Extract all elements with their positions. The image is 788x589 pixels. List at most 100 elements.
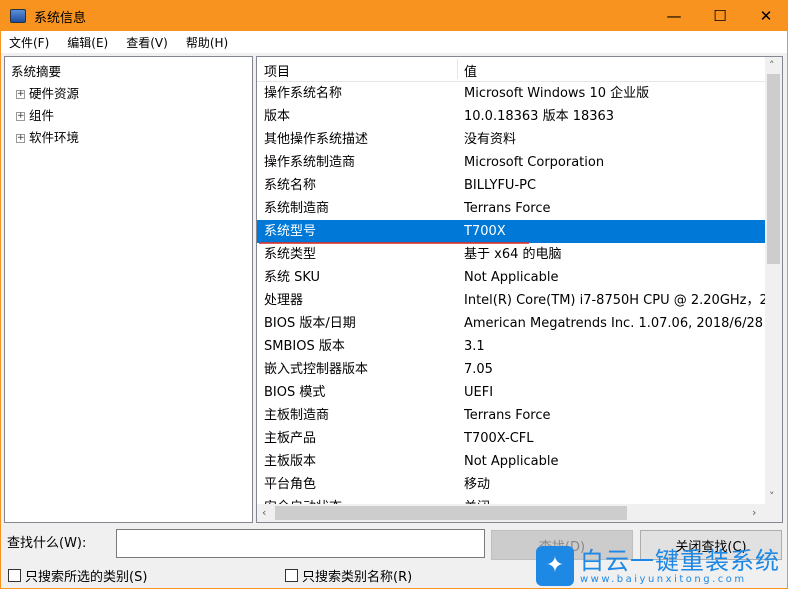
find-input[interactable] — [116, 529, 485, 558]
row-item: 操作系统制造商 — [264, 155, 356, 170]
horizontal-scrollbar[interactable]: ‹ › — [257, 504, 782, 522]
scroll-left-icon[interactable]: ‹ — [262, 506, 266, 519]
menu-bar: 文件(F) 编辑(E) 查看(V) 帮助(H) — [1, 31, 787, 53]
maximize-button[interactable]: ☐ — [697, 1, 743, 31]
scroll-right-icon[interactable]: › — [752, 506, 756, 519]
row-item: 主板制造商 — [264, 408, 330, 423]
details-table: 项目 值 操作系统名称 Microsoft Windows 10 企业版版本 10.… — [256, 56, 783, 523]
scroll-up-icon[interactable]: ˄ — [769, 59, 775, 72]
row-value: 7.05 — [464, 362, 493, 377]
column-header-item[interactable]: 项目 — [264, 61, 290, 80]
row-item: BIOS 模式 — [264, 385, 326, 400]
menu-file[interactable]: 文件(F) — [9, 34, 49, 51]
search-selected-checkbox[interactable]: 只搜索所选的类别(S) — [8, 566, 147, 585]
row-value: T700X — [464, 224, 506, 239]
row-value: 10.0.18363 版本 18363 — [464, 109, 615, 124]
row-item: SMBIOS 版本 — [264, 339, 345, 354]
menu-edit[interactable]: 编辑(E) — [67, 34, 108, 51]
expand-icon[interactable]: + — [16, 133, 25, 143]
row-value: 移动 — [464, 477, 491, 492]
row-item: 主板产品 — [264, 431, 317, 446]
search-names-checkbox[interactable]: 只搜索类别名称(R) — [285, 566, 412, 585]
find-label: 查找什么(W): — [7, 536, 87, 551]
table-row[interactable]: 系统名称 BILLYFU-PC — [257, 174, 767, 197]
table-row[interactable]: BIOS 版本/日期 American Megatrends Inc. 1.07.… — [257, 312, 767, 335]
row-item: 系统名称 — [264, 178, 317, 193]
table-row[interactable]: 主板版本 Not Applicable — [257, 450, 767, 473]
expand-icon[interactable]: + — [16, 89, 25, 99]
tree-label: 硬件资源 — [29, 86, 80, 101]
row-item: 系统 SKU — [264, 270, 321, 285]
horizontal-scroll-thumb[interactable] — [275, 506, 627, 520]
table-row[interactable]: 处理器 Intel(R) Core(TM) i7-8750H CPU @ 2.20… — [257, 289, 782, 312]
tree-item-system-summary[interactable]: 系统摘要 — [11, 61, 252, 83]
row-value: Not Applicable — [464, 454, 559, 469]
tree-label: 软件环境 — [29, 130, 80, 145]
table-row[interactable]: 系统 SKU Not Applicable — [257, 266, 767, 289]
minimize-button[interactable]: — — [651, 1, 697, 31]
row-item: 嵌入式控制器版本 — [264, 362, 369, 377]
row-value: 没有资料 — [464, 132, 517, 147]
table-row[interactable]: 操作系统制造商 Microsoft Corporation — [257, 151, 767, 174]
window-title: 系统信息 — [34, 10, 87, 26]
row-value: Terrans Force — [464, 201, 551, 216]
table-row[interactable]: SMBIOS 版本 3.1 — [257, 335, 767, 358]
checkbox-icon[interactable] — [285, 569, 298, 582]
checkbox-icon[interactable] — [8, 569, 21, 582]
row-item: 平台角色 — [264, 477, 317, 492]
row-value: Microsoft Corporation — [464, 155, 605, 170]
row-item: BIOS 版本/日期 — [264, 316, 356, 331]
row-item: 操作系统名称 — [264, 86, 343, 101]
row-value: BILLYFU-PC — [464, 178, 537, 193]
row-value: T700X-CFL — [464, 431, 534, 446]
row-item: 系统类型 — [264, 247, 317, 262]
bird-icon: ✦ — [536, 546, 574, 586]
watermark-name: 白云一键重装系统 — [580, 546, 780, 575]
row-item: 版本 — [264, 109, 291, 124]
table-row[interactable]: 平台角色 移动 — [257, 473, 767, 496]
expand-icon[interactable]: + — [16, 111, 25, 121]
table-row[interactable]: 版本 10.0.18363 版本 18363 — [257, 105, 767, 128]
vertical-scroll-thumb[interactable] — [767, 74, 780, 264]
close-button[interactable]: ✕ — [743, 1, 788, 31]
watermark-url: www.baiyunxitong.com — [580, 573, 747, 585]
tree-item-software[interactable]: + 软件环境 — [11, 127, 252, 149]
table-header: 项目 值 — [257, 57, 767, 82]
column-header-value[interactable]: 值 — [464, 61, 477, 80]
watermark-logo: ✦ 白云一键重装系统 www.baiyunxitong.com — [536, 546, 780, 586]
column-divider[interactable] — [457, 59, 458, 79]
tree-item-components[interactable]: + 组件 — [11, 105, 252, 127]
row-value: UEFI — [464, 385, 494, 400]
row-item: 处理器 — [264, 293, 304, 308]
scroll-down-icon[interactable]: ˅ — [769, 490, 775, 503]
table-row[interactable]: 操作系统名称 Microsoft Windows 10 企业版 — [257, 82, 767, 105]
row-item: 系统制造商 — [264, 201, 330, 216]
row-value: Microsoft Windows 10 企业版 — [464, 86, 650, 101]
table-row[interactable]: 系统型号 T700X — [257, 220, 767, 243]
tree-label: 组件 — [29, 108, 55, 123]
row-value: 基于 x64 的电脑 — [464, 247, 562, 262]
row-value: Intel(R) Core(TM) i7-8750H CPU @ 2.20GHz… — [464, 293, 783, 308]
row-value: American Megatrends Inc. 1.07.06, 2018/6… — [464, 316, 764, 331]
title-bar: 系统信息 — ☐ ✕ — [1, 1, 788, 31]
highlight-underline — [259, 242, 529, 244]
table-row[interactable]: 主板制造商 Terrans Force — [257, 404, 767, 427]
vertical-scrollbar[interactable]: ˄ ˅ — [765, 57, 782, 505]
checkbox-label: 只搜索所选的类别(S) — [25, 570, 148, 585]
table-row[interactable]: 主板产品 T700X-CFL — [257, 427, 767, 450]
tree-item-hardware[interactable]: + 硬件资源 — [11, 83, 252, 105]
category-tree: 系统摘要 + 硬件资源 + 组件 + 软件环境 — [4, 56, 253, 523]
menu-view[interactable]: 查看(V) — [126, 34, 168, 51]
row-value: 3.1 — [464, 339, 485, 354]
menu-help[interactable]: 帮助(H) — [186, 34, 228, 51]
table-row[interactable]: 其他操作系统描述 没有资料 — [257, 128, 767, 151]
row-item: 其他操作系统描述 — [264, 132, 369, 147]
system-info-window: 系统信息 — ☐ ✕ 文件(F) 编辑(E) 查看(V) 帮助(H) 系统摘要 … — [0, 0, 788, 589]
app-icon — [10, 9, 26, 23]
table-row[interactable]: 系统类型 基于 x64 的电脑 — [257, 243, 767, 266]
table-row[interactable]: 系统制造商 Terrans Force — [257, 197, 767, 220]
row-item: 系统型号 — [264, 224, 317, 239]
table-row[interactable]: BIOS 模式 UEFI — [257, 381, 767, 404]
table-row[interactable]: 嵌入式控制器版本 7.05 — [257, 358, 767, 381]
row-value: Terrans Force — [464, 408, 551, 423]
